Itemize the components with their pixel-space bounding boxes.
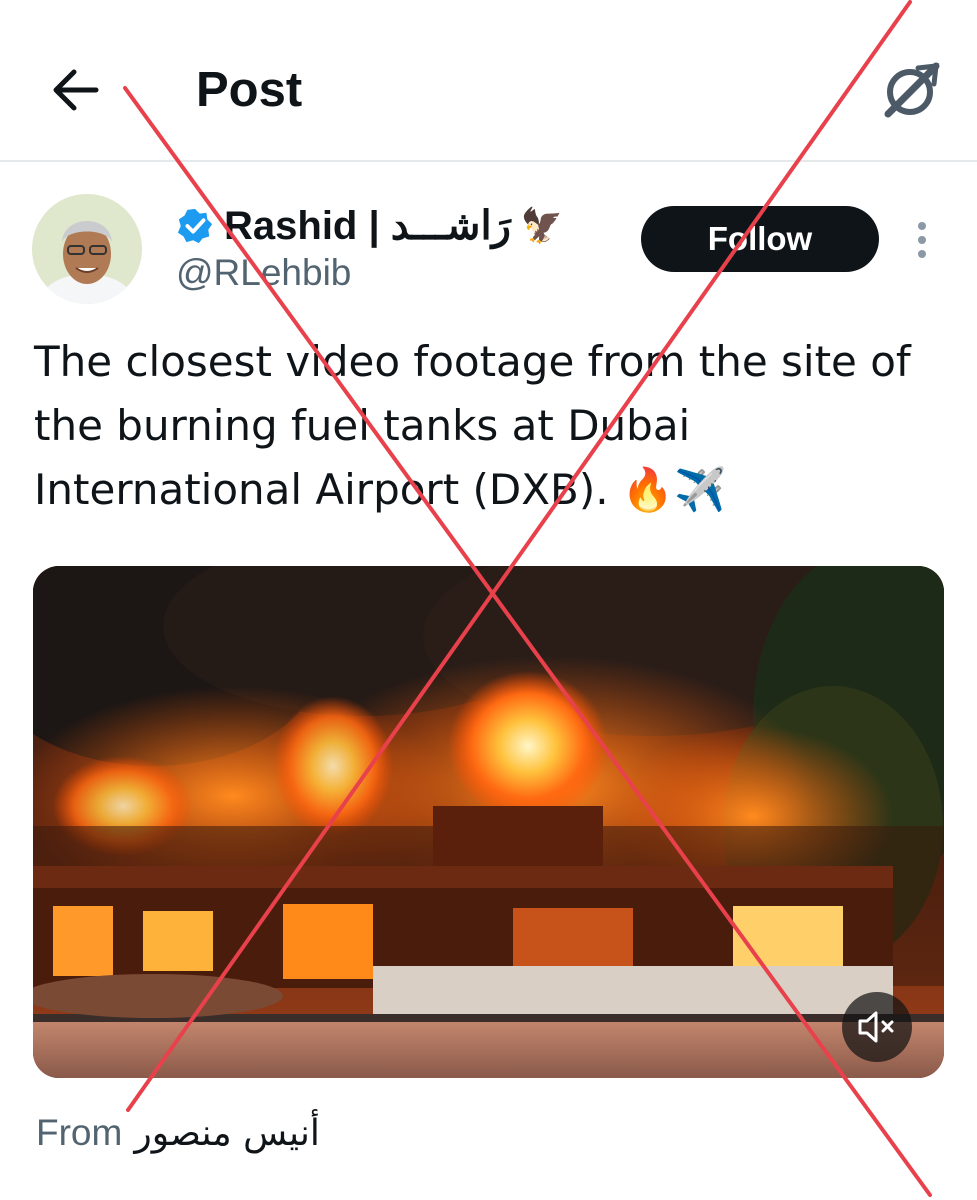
profile-photo: [32, 194, 142, 304]
more-options-button[interactable]: [908, 218, 936, 262]
post-text: The closest video footage from the site …: [34, 337, 911, 514]
page-title: Post: [196, 63, 303, 117]
author-name-row[interactable]: Rashid | رَاشـــد 🦅: [176, 200, 563, 252]
avatar[interactable]: [32, 194, 142, 304]
burning-building-video: [33, 566, 944, 1078]
more-vertical-icon: [918, 222, 926, 258]
grok-icon: [884, 62, 940, 118]
source-prefix: From: [36, 1112, 123, 1153]
verified-badge-icon: [177, 208, 213, 244]
author-handle[interactable]: @RLehbib: [176, 252, 351, 294]
video-source: From أنيس منصور: [36, 1108, 320, 1158]
source-author-link[interactable]: أنيس منصور: [134, 1113, 320, 1154]
display-name: Rashid | رَاشـــد: [224, 204, 511, 248]
arrow-left-icon: [53, 69, 99, 111]
follow-button[interactable]: Follow: [641, 206, 879, 272]
video-player[interactable]: [33, 566, 944, 1078]
volume-muted-icon: [858, 1011, 894, 1043]
back-button[interactable]: [44, 60, 108, 120]
top-bar: Post: [0, 0, 977, 162]
mute-button[interactable]: [842, 992, 912, 1062]
eagle-emoji: 🦅: [520, 206, 564, 246]
grok-button[interactable]: [878, 56, 946, 124]
